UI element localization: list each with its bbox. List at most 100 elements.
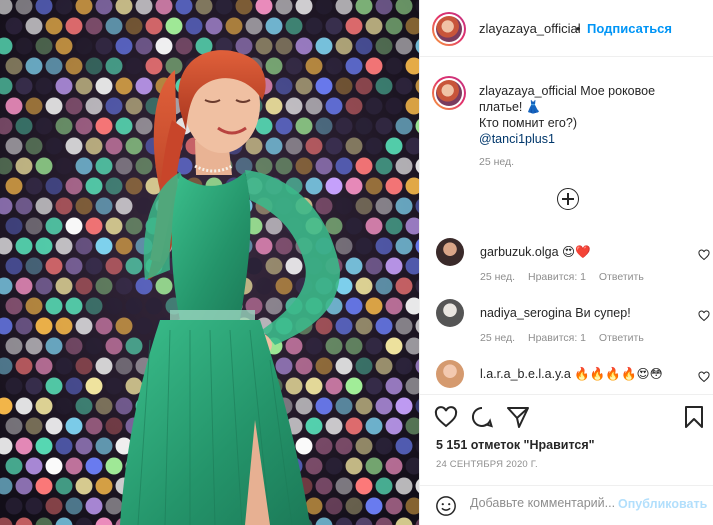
sequin (315, 397, 333, 415)
sequin (85, 17, 103, 35)
sequin (5, 97, 23, 115)
sequin (325, 137, 343, 155)
sequin (125, 297, 143, 315)
comment-likes[interactable]: Нравится: 1 (528, 271, 586, 283)
sequin (75, 317, 93, 335)
heart-icon[interactable] (434, 405, 458, 429)
sequin (305, 457, 323, 475)
author-username[interactable]: zlayazaya_official (479, 21, 581, 36)
emoji-icon[interactable] (435, 495, 457, 517)
comment-meta: 25 нед. Нравится: 1 Ответить (480, 271, 654, 283)
commenter-avatar[interactable] (436, 360, 464, 388)
sequin (335, 157, 353, 175)
caption-username[interactable]: zlayazaya_official (479, 84, 577, 98)
sequin (295, 437, 313, 455)
sequin (135, 197, 153, 215)
sequin (105, 337, 123, 355)
sequin (75, 157, 93, 175)
sequin (385, 417, 403, 435)
heart-icon[interactable] (698, 310, 710, 322)
publish-button[interactable]: Опубликовать (618, 497, 707, 511)
sequin (65, 57, 83, 75)
sequin (65, 137, 83, 155)
sequin (95, 357, 113, 375)
sequin (45, 177, 63, 195)
sequin (365, 97, 383, 115)
sequin (125, 57, 143, 75)
sequin (295, 357, 313, 375)
sequin (275, 357, 293, 375)
comment-reply-button[interactable]: Ответить (599, 271, 644, 283)
sequin (375, 437, 393, 455)
heart-icon[interactable] (698, 249, 710, 261)
caption-avatar[interactable] (432, 76, 466, 110)
sequin (375, 157, 393, 175)
sequin (5, 257, 23, 275)
sequin (45, 97, 63, 115)
sequin (395, 477, 413, 495)
sequin (25, 137, 43, 155)
sequin (395, 277, 413, 295)
sequin (395, 77, 413, 95)
comment-icon[interactable] (470, 405, 494, 429)
sequin (65, 297, 83, 315)
sequin (315, 477, 333, 495)
sequin (85, 497, 103, 515)
sequin (15, 357, 33, 375)
plus-circle-icon[interactable] (557, 188, 579, 210)
sequin (75, 477, 93, 495)
sequin (115, 397, 133, 415)
commenter-avatar[interactable] (436, 299, 464, 327)
sequin (275, 77, 293, 95)
sequin (115, 117, 133, 135)
comment-input[interactable] (470, 496, 620, 510)
sequin (35, 357, 53, 375)
heart-icon[interactable] (698, 371, 710, 383)
sequin (95, 397, 113, 415)
sequin (335, 197, 353, 215)
sequin (385, 57, 403, 75)
sequin (55, 37, 73, 55)
post-photo[interactable] (0, 0, 419, 525)
share-icon[interactable] (506, 405, 530, 429)
sequin (5, 217, 23, 235)
author-avatar[interactable] (432, 12, 466, 46)
sequin (55, 237, 73, 255)
caption-timestamp[interactable]: 25 нед. (479, 156, 514, 168)
follow-button[interactable]: Подписаться (587, 21, 672, 36)
sequin (25, 457, 43, 475)
commenter-avatar[interactable] (436, 238, 464, 266)
sequin (385, 177, 403, 195)
sequin (125, 257, 143, 275)
sequin (295, 117, 313, 135)
sequin (185, 17, 203, 35)
caption-mention-link[interactable]: @tanci1plus1 (479, 131, 701, 147)
sequin (135, 157, 153, 175)
sequin (395, 357, 413, 375)
comment-username[interactable]: garbuzuk.olga (480, 245, 559, 259)
comment-time[interactable]: 25 нед. (480, 332, 515, 344)
sequin (45, 217, 63, 235)
sequin (25, 297, 43, 315)
sequin (295, 397, 313, 415)
sequin (45, 457, 63, 475)
sequin (365, 257, 383, 275)
comment-text: nadiya_serogina Ви супер! (480, 305, 680, 322)
sequin (105, 57, 123, 75)
sequin (285, 17, 303, 35)
comment-likes[interactable]: Нравится: 1 (528, 332, 586, 344)
bookmark-icon[interactable] (682, 405, 706, 429)
comment-reply-button[interactable]: Ответить (599, 332, 644, 344)
sequin (395, 37, 413, 55)
likes-count[interactable]: 5 151 отметок "Нравится" (436, 438, 595, 452)
sequin (335, 397, 353, 415)
comment-username[interactable]: l.a.r.a_b.e.l.a.y.a (480, 367, 571, 381)
post-date[interactable]: 24 СЕНТЯБРЯ 2020 Г. (436, 459, 538, 470)
sequin (35, 317, 53, 335)
sequin (275, 117, 293, 135)
comment-username[interactable]: nadiya_serogina (480, 306, 572, 320)
sequin (115, 277, 133, 295)
sequin (15, 37, 33, 55)
comment-time[interactable]: 25 нед. (480, 271, 515, 283)
sequin (55, 357, 73, 375)
